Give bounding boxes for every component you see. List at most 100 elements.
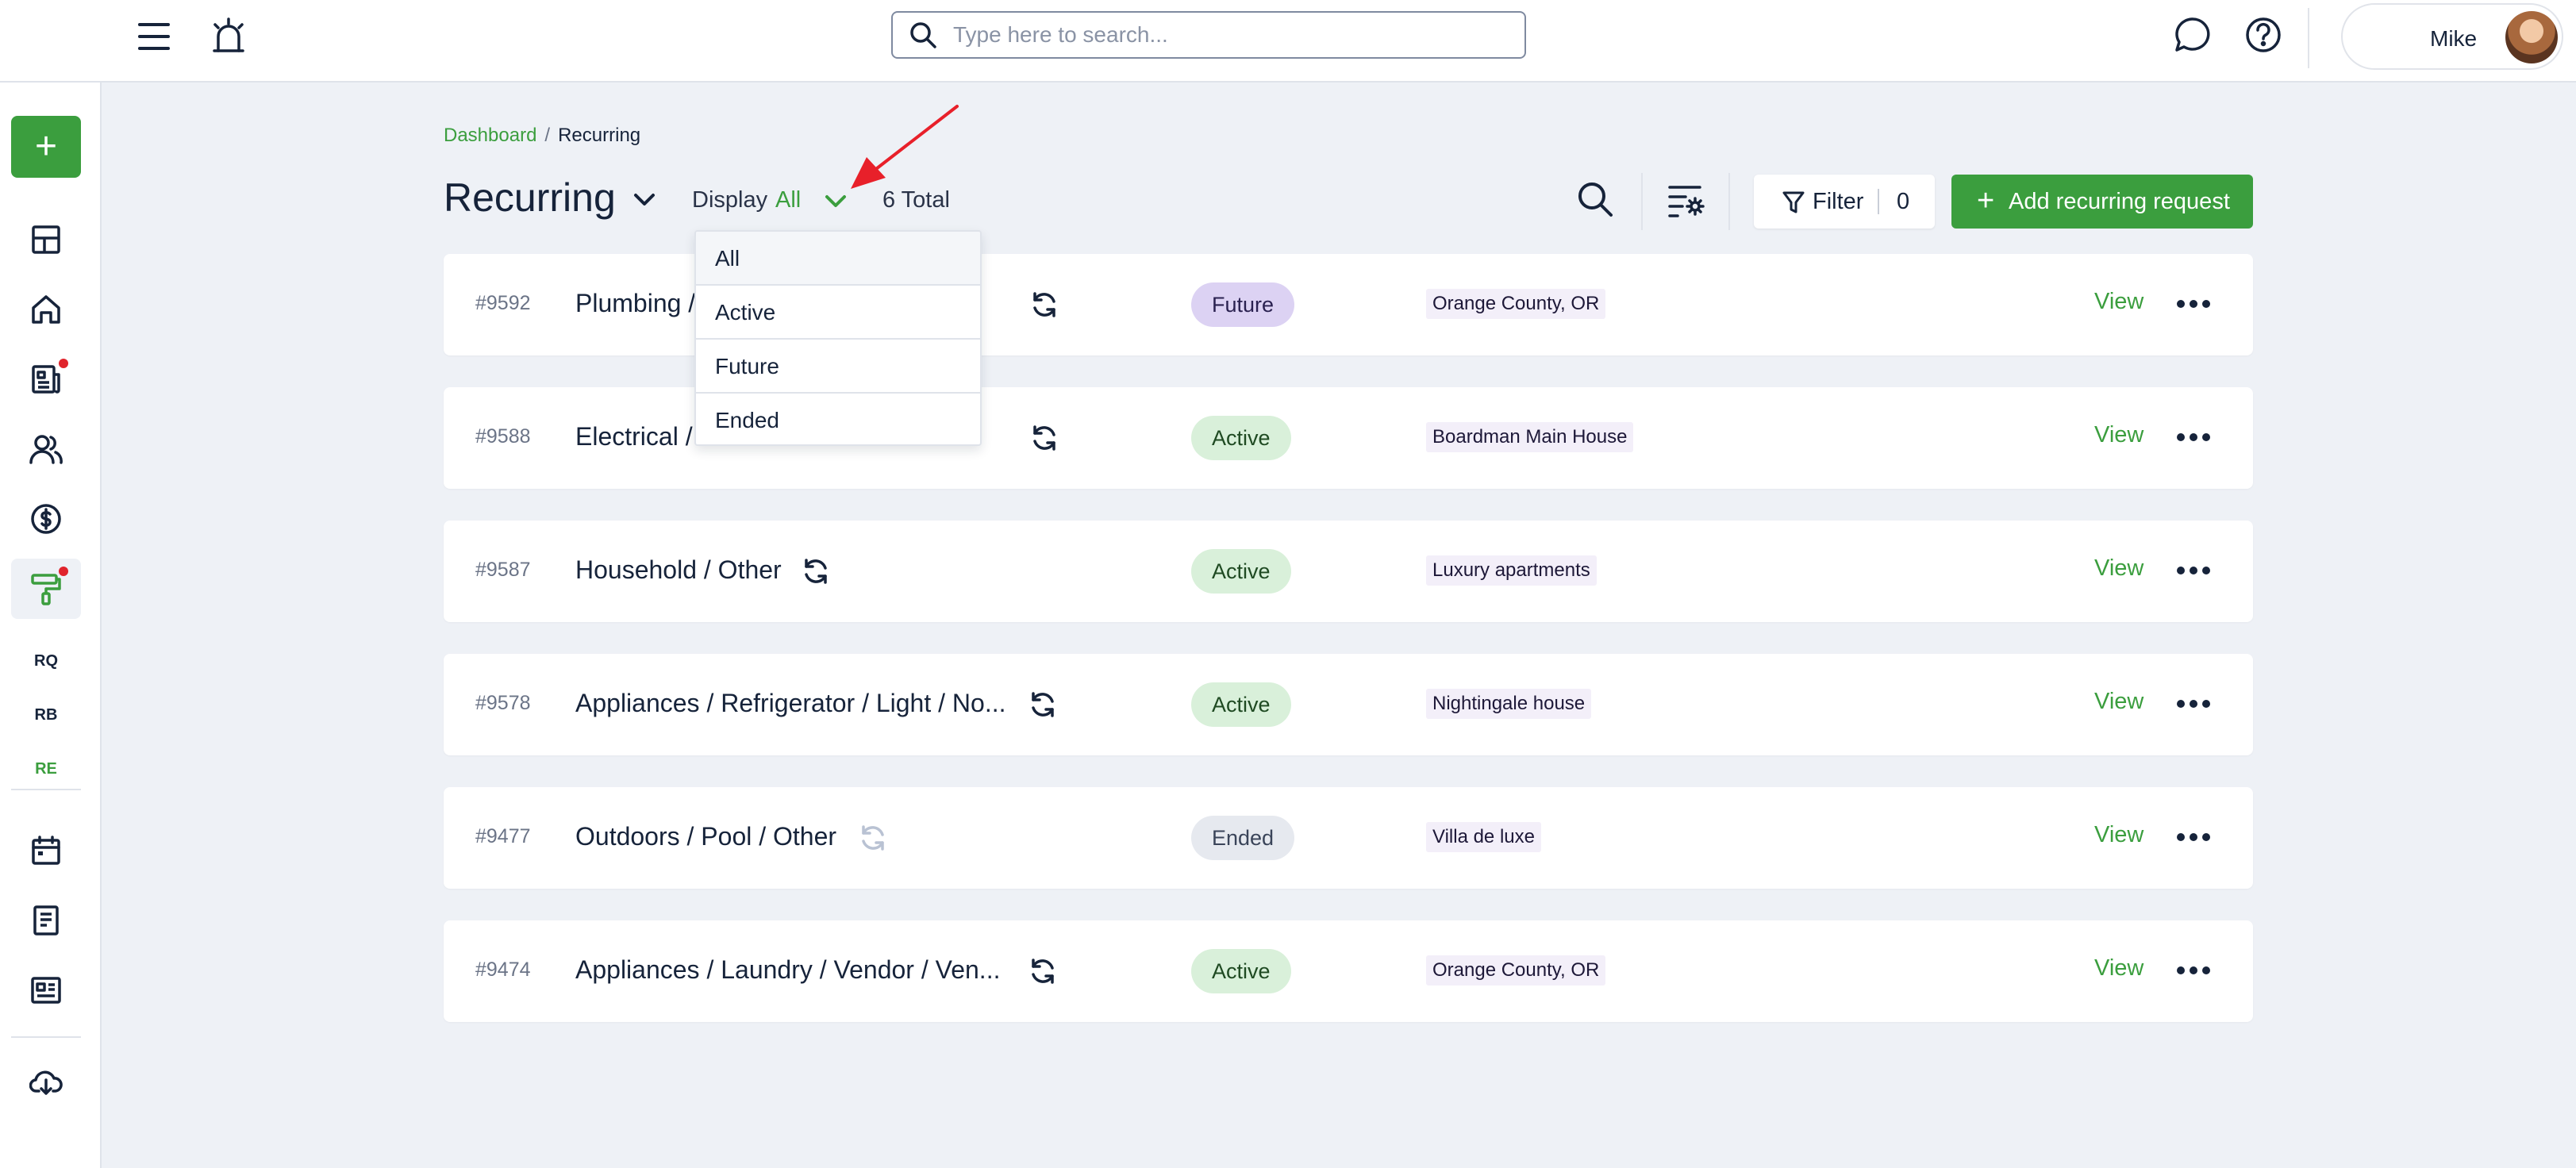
top-bar-divider — [2308, 8, 2309, 68]
view-link[interactable]: View — [2094, 289, 2143, 315]
sidebar-item-properties[interactable] — [11, 279, 81, 340]
breadcrumb: Dashboard / Recurring — [444, 125, 640, 147]
breadcrumb-dashboard-link[interactable]: Dashboard — [444, 125, 536, 146]
view-link[interactable]: View — [2094, 689, 2143, 715]
more-options-icon[interactable] — [2177, 300, 2210, 308]
request-id: #9592 — [475, 292, 531, 314]
list-search-icon[interactable] — [1575, 179, 1615, 223]
search-input[interactable] — [953, 22, 1493, 48]
view-link[interactable]: View — [2094, 822, 2143, 848]
dropdown-option-future[interactable]: Future — [696, 340, 980, 394]
dollar-circle-icon — [31, 504, 61, 534]
column-settings-icon[interactable] — [1667, 179, 1706, 223]
view-link[interactable]: View — [2094, 555, 2143, 582]
request-title[interactable]: Household / Other — [575, 555, 813, 585]
property-location[interactable]: Villa de luxe — [1426, 822, 1541, 852]
alarm-siren-icon[interactable] — [206, 13, 251, 57]
calendar-icon — [32, 836, 60, 865]
sidebar-divider — [11, 1036, 81, 1038]
sidebar-item-reports[interactable] — [11, 960, 81, 1020]
request-id: #9587 — [475, 559, 531, 581]
view-link[interactable]: View — [2094, 955, 2143, 982]
property-location[interactable]: Luxury apartments — [1426, 555, 1597, 586]
sidebar-item-dashboard[interactable] — [11, 209, 81, 270]
breadcrumb-current: Recurring — [558, 125, 641, 146]
user-menu[interactable]: Mike — [2341, 3, 2563, 70]
view-link[interactable]: View — [2094, 422, 2143, 448]
display-filter-value[interactable]: All — [775, 187, 801, 213]
request-id: #9578 — [475, 692, 531, 714]
search-bar[interactable] — [891, 11, 1526, 59]
page-title[interactable]: Recurring — [444, 175, 616, 221]
note-document-icon — [33, 905, 59, 936]
hamburger-menu-icon[interactable] — [133, 16, 175, 57]
notification-dot — [59, 359, 68, 368]
add-recurring-request-button[interactable]: + Add recurring request — [1951, 175, 2253, 229]
document-list-icon — [32, 365, 60, 394]
dropdown-option-all[interactable]: All — [696, 232, 980, 286]
more-options-icon[interactable] — [2177, 567, 2210, 574]
dropdown-option-ended[interactable]: Ended — [696, 394, 980, 444]
display-filter-label: Display — [692, 187, 768, 213]
sidebar-item-notes[interactable] — [11, 890, 81, 951]
recurring-sync-icon — [859, 824, 887, 856]
sidebar-item-rb[interactable]: RB — [11, 706, 81, 724]
more-options-icon[interactable] — [2177, 700, 2210, 708]
status-badge: Active — [1191, 949, 1291, 993]
filter-button[interactable]: Filter 0 — [1754, 175, 1935, 229]
request-title[interactable]: Appliances / Refrigerator / Light / No..… — [575, 689, 1020, 718]
chevron-down-icon[interactable] — [631, 186, 658, 217]
grid-layout-icon — [32, 225, 60, 254]
recurring-sync-icon — [1030, 290, 1059, 323]
request-id: #9474 — [475, 959, 531, 981]
recurring-sync-icon — [1028, 957, 1057, 989]
sidebar-item-download[interactable] — [11, 1052, 81, 1112]
filter-funnel-icon — [1782, 191, 1805, 213]
users-icon — [29, 435, 63, 464]
sidebar-item-people[interactable] — [11, 419, 81, 479]
paint-roller-icon — [31, 574, 61, 605]
property-location[interactable]: Orange County, OR — [1426, 289, 1606, 319]
table-row[interactable]: #9477 Outdoors / Pool / Other Ended Villa d… — [444, 787, 2253, 889]
status-badge: Active — [1191, 416, 1291, 460]
status-badge: Active — [1191, 549, 1291, 594]
table-row[interactable]: #9474 Appliances / Laundry / Vendor / Ven… — [444, 920, 2253, 1022]
dropdown-option-active[interactable]: Active — [696, 286, 980, 340]
table-row[interactable]: #9578 Appliances / Refrigerator / Light /… — [444, 654, 2253, 755]
recurring-sync-icon — [1030, 424, 1059, 456]
sidebar-item-recurring[interactable]: RE — [11, 760, 81, 778]
display-filter-dropdown: All Active Future Ended — [694, 230, 982, 446]
request-title[interactable]: Appliances / Laundry / Vendor / Ven... — [575, 955, 1020, 985]
status-badge: Future — [1191, 282, 1295, 327]
cloud-download-icon — [29, 1070, 63, 1095]
toolbar-divider — [1728, 173, 1730, 230]
breadcrumb-separator: / — [544, 125, 551, 146]
toolbar-divider — [1641, 173, 1643, 230]
help-question-icon[interactable] — [2241, 13, 2286, 57]
filter-label: Filter — [1813, 189, 1864, 214]
sidebar-item-maintenance[interactable] — [11, 559, 81, 619]
sidebar-item-calendar[interactable] — [11, 820, 81, 881]
sidebar-item-requests[interactable]: RQ — [11, 652, 81, 670]
recurring-sync-icon — [1028, 690, 1057, 723]
sidebar-item-accounting[interactable] — [11, 489, 81, 549]
table-row[interactable]: #9587 Household / Other Active Luxury apart… — [444, 521, 2253, 622]
top-bar: Mike — [0, 0, 2576, 83]
filter-separator — [1878, 189, 1879, 214]
property-location[interactable]: Orange County, OR — [1426, 955, 1606, 986]
property-location[interactable]: Nightingale house — [1426, 689, 1592, 719]
request-title[interactable]: Outdoors / Pool / Other — [575, 822, 845, 851]
request-id: #9477 — [475, 825, 531, 847]
search-icon — [910, 22, 936, 48]
chat-bubble-icon[interactable] — [2170, 13, 2214, 57]
sidebar: + RQ RB RE — [0, 83, 102, 1168]
more-options-icon[interactable] — [2177, 966, 2210, 974]
sidebar-item-documents[interactable] — [11, 349, 81, 409]
more-options-icon[interactable] — [2177, 433, 2210, 441]
more-options-icon[interactable] — [2177, 833, 2210, 841]
notification-dot — [59, 567, 68, 576]
create-new-button[interactable]: + — [11, 116, 81, 178]
user-name: Mike — [2430, 26, 2478, 51]
property-location[interactable]: Boardman Main House — [1426, 422, 1634, 452]
status-badge: Active — [1191, 682, 1291, 727]
